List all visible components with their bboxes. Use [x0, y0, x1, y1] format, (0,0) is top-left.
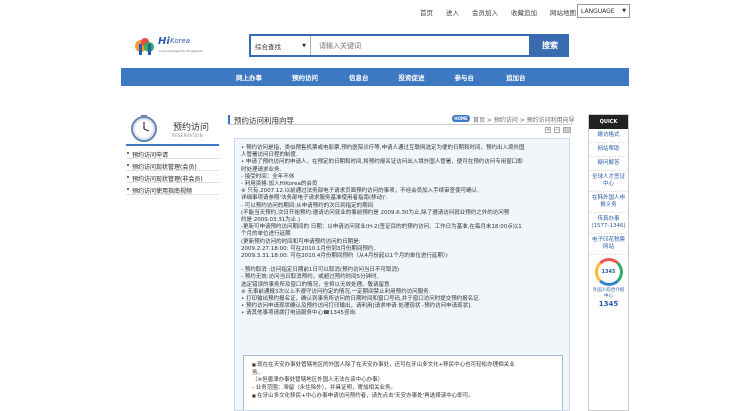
notice-line: - 业务范围：滞留（永住除外），并具证明，寄加相关业务。	[252, 384, 396, 391]
quick-item-faq[interactable]: 疑问解答	[589, 157, 628, 171]
guide-line: 选定错误的事务所及窗口的情况，全将以无效处理。敬请留意.	[241, 281, 392, 288]
guide-line: - 预约无效:访问当日取消预约，或超过预约时间5分钟时,	[241, 274, 379, 281]
quick-item-fax[interactable]: 传真办事 (1577-1346)	[589, 213, 628, 234]
logo-korea-text: Korea	[170, 37, 191, 45]
zoom-out-icon[interactable]: −	[554, 127, 560, 133]
logo-subtitle: e-Government for Foreigners	[159, 49, 203, 53]
guide-line: 请其他事项请拨打电话服务中心☎1345咨询.	[241, 310, 569, 317]
sidebar-subtitle: RESERVATION	[172, 133, 203, 138]
guide-line: 详细事项请参照'法务部电子请求服务基准使用者指南(移动)'.	[241, 195, 388, 202]
sidebar-title: 预约访问	[173, 123, 210, 133]
sidebar-item-status-member[interactable]: 预约访问现状管理(会员)	[126, 159, 219, 171]
sidebar-item-status-nonmember[interactable]: 预约访问现状管理(非会员)	[126, 171, 219, 183]
title-divider	[228, 124, 572, 125]
top-links: 首页 进入 会员加入 收藏追加 网站地图	[420, 4, 589, 20]
search-input[interactable]	[311, 36, 529, 55]
login-link[interactable]: 进入	[446, 7, 459, 17]
guide-text: 预约访问是指，类似预售机票或电影票,预约医院诊疗等,申请人通过互联网选定为便的日…	[235, 139, 569, 318]
quick-panel: QUICK 缴访格式 网站帮助 疑问解答 全球人才签证中心 在韩外国人申报义务 …	[588, 114, 629, 411]
sidebar-item-apply[interactable]: 预约访问申请	[126, 147, 219, 159]
notice-line: （※但唐津办事处管辖地区外国人无法在该中心办事）	[252, 377, 384, 383]
nav-investment[interactable]: 投资促进	[399, 72, 425, 82]
call-center-label: 外国人綜合介紹中心	[592, 288, 625, 299]
guide-line: (更新预约访问的时间和可申请预约访问的日期是:	[241, 238, 361, 245]
nav-addition[interactable]: 追加台	[506, 72, 526, 82]
nav-info[interactable]: 信息台	[349, 72, 369, 82]
quick-item-report-duty[interactable]: 在韩外国人申报义务	[589, 192, 628, 213]
language-select[interactable]: LANGUAGE ▼	[577, 4, 630, 18]
notice-line: 务。	[252, 369, 264, 376]
nav-participation[interactable]: 参与台	[455, 72, 475, 82]
quick-header: QUICK	[589, 115, 628, 129]
sitemap-link[interactable]: 网站地图	[550, 7, 576, 17]
signup-link[interactable]: 会员加入	[472, 7, 498, 17]
quick-item-talent-visa[interactable]: 全球人才签证中心	[589, 171, 628, 192]
guide-line: 时处理请求业务.	[241, 166, 282, 173]
guide-line: 2009.3.31.18:00: 可在2010.4月份期间预约（从4月份起以1个…	[241, 253, 448, 260]
page-tools: + −	[545, 127, 571, 133]
guide-line: - 可以预约访问的期间:从申请预约的次日到指定的期间	[241, 202, 374, 209]
print-icon[interactable]	[563, 127, 571, 133]
sidebar-divider	[126, 144, 219, 146]
quick-item-forms[interactable]: 缴访格式	[589, 129, 628, 143]
bookmark-link[interactable]: 收藏追加	[511, 7, 537, 17]
guide-line: (不能当天预约,次日开始预约:遵请访问就业的事前预约是 2009.6.30为止,…	[241, 209, 510, 216]
guide-line: ※ 无事前通报3次以上不遵守访问约定的情况,一定期间禁止利用预约访问服务.	[241, 288, 431, 295]
zoom-in-icon[interactable]: +	[545, 127, 551, 133]
notice-line: 现在在天安办事处管辖地区的外国人除了在天安办事处，还可在牙山多文化+移民中心也可…	[252, 361, 554, 370]
call-center-badge[interactable]: 1345 外国人綜合介紹中心 1345	[592, 258, 626, 318]
chevron-down-icon: ▼	[622, 8, 626, 14]
call-center-number: 1345	[598, 300, 619, 308]
guide-line: 申请了预约访问的申请人，在预定的日期和时间,将预约报名证访问出入境外国人管署，便…	[241, 159, 569, 166]
search-category-select[interactable]: 综合查找 ▼	[251, 36, 311, 55]
logo-hi-text: Hi	[158, 36, 170, 47]
quick-item-stamp[interactable]: 电子印花税票网站	[589, 234, 628, 255]
notice-box: 现在在天安办事处管辖地区的外国人除了在天安办事处，还可在牙山多文化+移民中心也可…	[243, 355, 563, 410]
nav-online-service[interactable]: 网上办事	[236, 72, 262, 82]
sidebar-item-guide-video[interactable]: 预约访问使用指南视频	[126, 183, 219, 195]
home-link[interactable]: 首页	[420, 7, 433, 17]
chevron-down-icon: ▼	[302, 42, 306, 49]
main-nav: 网上办事 预约访问 信息台 投资促进 参与台 追加台	[121, 68, 629, 86]
breadcrumb: 首页 > 预约访问 > 预约访问利用向导	[473, 117, 575, 124]
home-badge[interactable]: HOME	[452, 115, 470, 122]
call-center-logo: 1345	[594, 258, 623, 286]
notice-line: 在牙山多文化移民+中心办事申请访问预约者，请先点击'天安办事处'再选择该中心即可…	[252, 392, 554, 401]
nav-reservation[interactable]: 预约访问	[292, 72, 318, 82]
sidebar-menu: 预约访问申请 预约访问现状管理(会员) 预约访问现状管理(非会员) 预约访问使用…	[126, 147, 219, 195]
guide-line: 2009.2.27.18:00: 可在2010.1月份到3月份期间预约,	[241, 245, 376, 252]
guide-line: - 接受时间：全年不休	[241, 173, 295, 180]
search-bar: 综合查找 ▼	[249, 34, 531, 57]
search-button[interactable]: 搜索	[531, 34, 569, 57]
title-marker	[228, 115, 230, 124]
clock-icon	[131, 115, 157, 142]
guide-content: 预约访问是指，类似预售机票或电影票,预约医院诊疗等,申请人通过互联网选定为便的日…	[234, 138, 570, 411]
quick-item-help[interactable]: 网站帮助	[589, 143, 628, 157]
guide-line: 个月的单位进行延期	[241, 231, 291, 238]
